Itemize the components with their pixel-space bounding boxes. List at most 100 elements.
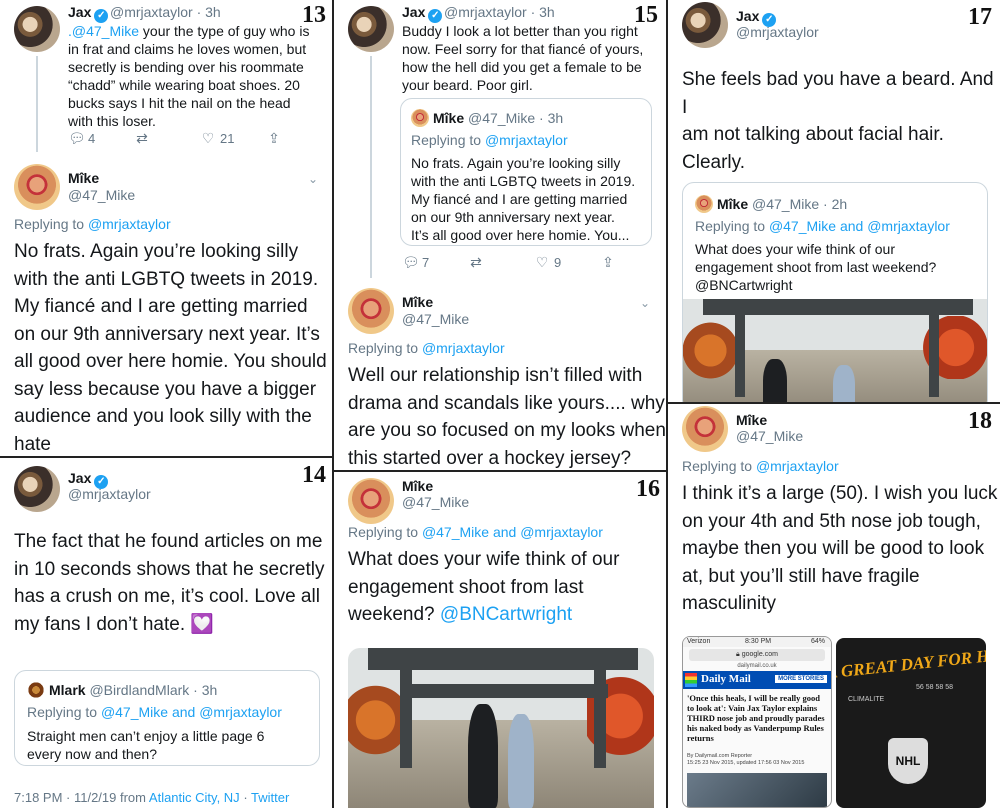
- tweet-line: She feels bad you have a beard. And I: [682, 69, 994, 118]
- tweet-author-name[interactable]: Mîke: [68, 170, 99, 186]
- reply-button[interactable]: 💬︎ 7: [402, 254, 468, 271]
- divider: [666, 0, 668, 808]
- tweet-line: masculinity: [682, 593, 776, 614]
- quoted-tweet[interactable]: Mîke @47_Mike · 3h Replying to @mrjaxtay…: [400, 98, 652, 246]
- mention-link[interactable]: .@47_Mike: [68, 23, 139, 39]
- tweet-line: in 10 seconds shows that he secretly: [14, 558, 325, 580]
- nhl-logo: NHL: [888, 738, 928, 784]
- panel-15: 15 Jax ✓ @mrjaxtaylor · 3h Buddy I look a…: [334, 0, 666, 470]
- engagement-photo[interactable]: [348, 648, 654, 808]
- quoted-tweet-text: What does your wife think of our engagem…: [695, 240, 936, 294]
- share-icon: ⇪: [602, 254, 614, 270]
- jersey-brand: CLIMALITE: [848, 696, 885, 703]
- tweet-line: bucks says I hit the nail on the head: [68, 95, 291, 111]
- avatar[interactable]: [14, 164, 60, 210]
- tweet-handle[interactable]: @47_Mike: [402, 311, 469, 327]
- tweet-line: What does your wife think of our: [348, 549, 620, 570]
- tweet-line: my fans I don’t hate. 💟: [14, 613, 215, 635]
- retweet-button[interactable]: ⇄: [468, 254, 534, 271]
- tweet-line: how the hell did you get a female to be: [402, 59, 642, 75]
- tweet-text: The fact that he found articles on me in…: [14, 528, 330, 638]
- tweet-line: No frats. Again you’re looking silly: [411, 155, 621, 171]
- panel-number: 17: [968, 4, 992, 30]
- photo-pillar: [594, 658, 606, 768]
- jersey-photo[interactable]: A GREAT DAY FOR HOCKEY CLIMALITE 56 58 5…: [836, 638, 986, 808]
- avatar[interactable]: [14, 466, 60, 512]
- tweet-handle[interactable]: @47_Mike: [402, 494, 469, 510]
- tweet-handle[interactable]: @47_Mike: [736, 428, 803, 444]
- tweet-line: with this loser.: [68, 113, 156, 129]
- heart-icon: ♡: [201, 130, 215, 146]
- photo-tree: [348, 680, 404, 760]
- mention-link[interactable]: @47_Mike and @mrjaxtaylor: [422, 524, 603, 540]
- avatar: [27, 681, 45, 699]
- tweet-line: say less because you have a bigger: [14, 378, 317, 400]
- tweet-line: I think it’s a large (50). I wish you lu…: [682, 483, 998, 504]
- avatar[interactable]: [348, 478, 394, 524]
- menu-icon: [685, 673, 697, 687]
- battery-text: 64%: [810, 638, 825, 645]
- reply-icon: 💬︎: [402, 254, 420, 270]
- mention-link[interactable]: @BNCartwright: [440, 604, 572, 625]
- tweet-line: now. Feel sorry for that fiancé of yours…: [402, 41, 644, 57]
- avatar[interactable]: [348, 288, 394, 334]
- retweet-button[interactable]: ⇄: [134, 130, 200, 147]
- tweet-line: What does your wife think of our: [695, 241, 895, 257]
- divider: [668, 402, 1000, 404]
- more-stories-button: MORE STORIES: [775, 675, 827, 683]
- reply-button[interactable]: 💬︎ 4: [68, 130, 134, 147]
- avatar[interactable]: [682, 2, 728, 48]
- mention-link[interactable]: @mrjaxtaylor: [756, 458, 839, 474]
- panel-17: 17 Jax ✓ @mrjaxtaylor She feels bad you h…: [668, 0, 1000, 402]
- tweet-line: My fiancé and I are getting married: [411, 191, 628, 207]
- tweet-line: engagement shoot from last: [348, 576, 584, 598]
- like-button[interactable]: ♡ 21: [200, 130, 266, 147]
- tweet-author-name[interactable]: Jax ✓: [68, 4, 109, 23]
- quoted-tweet[interactable]: Mlark @BirdlandMlark · 3h Replying to @4…: [14, 670, 320, 766]
- replying-to: Replying to @mrjaxtaylor: [411, 132, 568, 148]
- tweet-handle[interactable]: @mrjaxtaylor · 3h: [444, 4, 555, 20]
- chevron-down-icon[interactable]: ⌄: [640, 296, 650, 310]
- tweet-line: engagement shoot from last weekend?: [695, 259, 937, 275]
- tweet-line: this started over a hockey jersey?: [348, 447, 632, 469]
- tweet-line: Straight men can’t enjoy a little page 6: [27, 728, 265, 744]
- location-link[interactable]: Atlantic City, NJ: [149, 790, 240, 805]
- share-button[interactable]: ⇪: [266, 130, 282, 147]
- divider: [334, 470, 666, 472]
- source-link[interactable]: Twitter: [251, 790, 289, 805]
- like-button[interactable]: ♡ 9: [534, 254, 600, 271]
- tweet-line: on your 4th and 5th nose job tough,: [682, 510, 981, 532]
- tweet-author-name[interactable]: Mîke: [736, 412, 767, 428]
- avatar[interactable]: [348, 6, 394, 52]
- photo-person: [468, 704, 498, 808]
- tweet-actions: 💬︎ 7 ⇄ ♡ 9 ⇪: [402, 254, 616, 271]
- tweet-line: secretly is bending over his roommate: [68, 59, 304, 75]
- tweet-handle[interactable]: @mrjaxtaylor · 3h: [110, 4, 221, 20]
- tweet-text: Well our relationship isn’t filled with …: [348, 362, 666, 470]
- tweet-line: audience and you look silly with the: [14, 406, 312, 427]
- avatar[interactable]: [682, 406, 728, 452]
- chevron-down-icon[interactable]: ⌄: [308, 172, 318, 186]
- phone-screenshot[interactable]: Verizon 8:30 PM 64% 🔒︎ google.com dailym…: [682, 636, 832, 808]
- tweet-line: .@47_Mike your the type of guy who is: [68, 23, 310, 39]
- tweet-handle[interactable]: @mrjaxtaylor: [736, 24, 819, 40]
- clock-text: 8:30 PM: [745, 638, 772, 645]
- mention-link[interactable]: @mrjaxtaylor: [88, 216, 171, 232]
- tweet-line: The fact that he found articles on me: [14, 531, 323, 552]
- jersey-slogan: A GREAT DAY FOR HOCKEY: [836, 640, 986, 682]
- tweet-line: your beard. Poor girl.: [402, 77, 533, 93]
- tweet-text: .@47_Mike your the type of guy who is in…: [68, 22, 330, 130]
- tweet-author-name[interactable]: Mîke: [402, 294, 433, 310]
- tweet-author-name[interactable]: Mîke: [402, 478, 433, 494]
- panel-18: 18 Mîke @47_Mike Replying to @mrjaxtaylo…: [668, 404, 1000, 808]
- quoted-tweet[interactable]: Mîke @47_Mike · 2h Replying to @47_Mike …: [682, 182, 988, 402]
- share-button[interactable]: ⇪: [600, 254, 616, 271]
- tweet-handle[interactable]: @mrjaxtaylor: [68, 486, 151, 502]
- tweet-text: No frats. Again you’re looking silly wit…: [14, 238, 330, 456]
- tweet-handle[interactable]: @47_Mike: [68, 187, 135, 203]
- tweet-author-name[interactable]: Jax ✓: [402, 4, 443, 23]
- replying-to: Replying to @mrjaxtaylor: [348, 340, 505, 356]
- divider: [332, 0, 334, 808]
- mention-link[interactable]: @mrjaxtaylor: [422, 340, 505, 356]
- avatar[interactable]: [14, 6, 60, 52]
